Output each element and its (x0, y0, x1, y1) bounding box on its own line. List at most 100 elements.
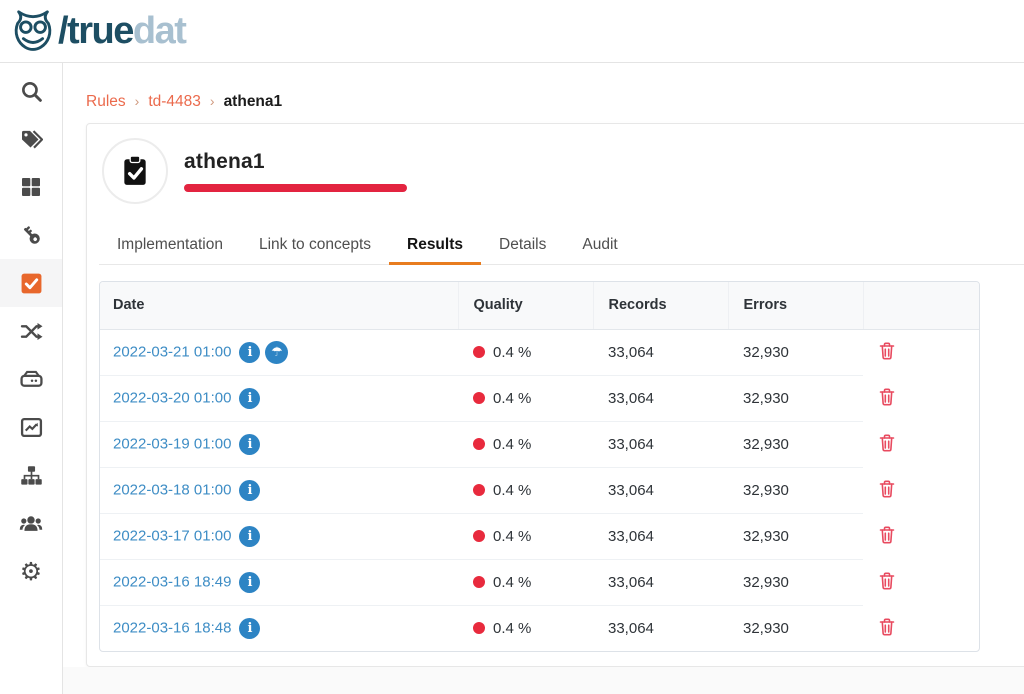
result-date-link[interactable]: 2022-03-21 01:00 (113, 343, 231, 360)
logo-text: /truedat (58, 12, 185, 50)
errors-value: 32,930 (743, 390, 789, 407)
quality-value: 0.4 % (493, 574, 531, 591)
breadcrumb-item[interactable]: Rules (86, 93, 126, 110)
result-date-link[interactable]: 2022-03-20 01:00 (113, 389, 231, 406)
info-icon[interactable]: i (239, 526, 260, 547)
table-row: 2022-03-18 01:00i 0.4 % 33,064 32,930 (100, 467, 979, 513)
info-icon[interactable]: i (239, 618, 260, 639)
sidebar: ⚙ (0, 63, 63, 694)
sidebar-item-metrics[interactable] (0, 403, 62, 451)
quality-value: 0.4 % (493, 390, 531, 407)
shuffle-icon (20, 320, 43, 343)
rule-avatar (102, 138, 168, 204)
table-row: 2022-03-21 01:00i☂ 0.4 % 33,064 32,930 (100, 329, 979, 375)
quality-value: 0.4 % (493, 620, 531, 637)
sidebar-item-lineage[interactable] (0, 307, 62, 355)
date-icons: i (231, 481, 260, 498)
records-value: 33,064 (608, 344, 654, 361)
quality-status-dot (473, 346, 485, 358)
date-icons: i (231, 527, 260, 544)
trash-icon[interactable] (878, 571, 896, 590)
info-icon[interactable]: i (239, 388, 260, 409)
sidebar-item-systems[interactable] (0, 355, 62, 403)
hdd-icon (20, 368, 43, 391)
errors-value: 32,930 (743, 528, 789, 545)
errors-cell: 32,930 (728, 513, 863, 559)
breadcrumb-item: athena1 (224, 93, 283, 110)
date-icons: i (231, 619, 260, 636)
column-header-errors: Errors (728, 282, 863, 329)
errors-value: 32,930 (743, 436, 789, 453)
quality-value: 0.4 % (493, 528, 531, 545)
sidebar-item-quality[interactable] (0, 259, 62, 307)
quality-cell: 0.4 % (458, 329, 593, 375)
umbrella-icon[interactable]: ☂ (265, 341, 288, 364)
date-icons: i (231, 389, 260, 406)
page-bottom-strip (63, 667, 1024, 694)
quality-value: 0.4 % (493, 482, 531, 499)
records-value: 33,064 (608, 436, 654, 453)
truedat-logo[interactable]: /truedat (10, 8, 185, 54)
quality-status-dot (473, 622, 485, 634)
tab-implementation[interactable]: Implementation (99, 224, 241, 264)
breadcrumb-item[interactable]: td-4483 (148, 93, 201, 110)
errors-cell: 32,930 (728, 375, 863, 421)
sidebar-item-settings[interactable]: ⚙ (0, 547, 62, 595)
trash-icon[interactable] (878, 433, 896, 452)
grid-icon (20, 176, 42, 198)
tags-icon (20, 128, 43, 151)
actions-cell (863, 329, 979, 375)
sidebar-item-modules[interactable] (0, 163, 62, 211)
quality-progress-bar (184, 184, 407, 192)
result-date-link[interactable]: 2022-03-18 01:00 (113, 481, 231, 498)
quality-status-dot (473, 392, 485, 404)
quality-cell: 0.4 % (458, 467, 593, 513)
info-icon[interactable]: i (239, 434, 260, 455)
result-date-link[interactable]: 2022-03-16 18:49 (113, 573, 231, 590)
tab-link-to-concepts[interactable]: Link to concepts (241, 224, 389, 264)
actions-cell (863, 421, 979, 467)
records-cell: 33,064 (593, 421, 728, 467)
quality-status-dot (473, 438, 485, 450)
errors-cell: 32,930 (728, 559, 863, 605)
sidebar-item-structures[interactable] (0, 451, 62, 499)
errors-cell: 32,930 (728, 605, 863, 651)
info-icon[interactable]: i (239, 480, 260, 501)
sidebar-item-users[interactable] (0, 499, 62, 547)
date-cell: 2022-03-20 01:00 i (100, 375, 458, 421)
sidebar-item-search[interactable] (0, 67, 62, 115)
info-icon[interactable]: i (239, 342, 260, 363)
errors-cell: 32,930 (728, 467, 863, 513)
trash-icon[interactable] (878, 617, 896, 636)
table-header-row: Date Quality Records Errors (100, 282, 979, 329)
trash-icon[interactable] (878, 479, 896, 498)
trash-icon[interactable] (878, 387, 896, 406)
info-icon[interactable]: i (239, 572, 260, 593)
errors-value: 32,930 (743, 620, 789, 637)
result-date-link[interactable]: 2022-03-19 01:00 (113, 435, 231, 452)
quality-status-dot (473, 576, 485, 588)
tab-audit[interactable]: Audit (564, 224, 635, 264)
trash-icon[interactable] (878, 525, 896, 544)
actions-cell (863, 559, 979, 605)
quality-cell: 0.4 % (458, 605, 593, 651)
results-table-body: 2022-03-21 01:00i☂ 0.4 % 33,064 32,930 (100, 329, 979, 651)
column-header-date: Date (100, 282, 458, 329)
top-bar: /truedat (0, 0, 1024, 63)
users-icon (19, 511, 43, 535)
tab-results[interactable]: Results (389, 224, 481, 264)
records-value: 33,064 (608, 390, 654, 407)
result-date-link[interactable]: 2022-03-16 18:48 (113, 619, 231, 636)
date-cell: 2022-03-17 01:00 i (100, 513, 458, 559)
breadcrumb-separator: › (210, 93, 215, 109)
result-date-link[interactable]: 2022-03-17 01:00 (113, 527, 231, 544)
date-cell: 2022-03-18 01:00 i (100, 467, 458, 513)
trash-icon[interactable] (878, 341, 896, 360)
sidebar-item-glossary[interactable] (0, 115, 62, 163)
chart-line-icon (20, 416, 43, 439)
actions-cell (863, 513, 979, 559)
tab-details[interactable]: Details (481, 224, 564, 264)
rule-card-header: athena1 (87, 124, 1024, 224)
sidebar-item-permissions[interactable] (0, 211, 62, 259)
search-icon (20, 80, 43, 103)
